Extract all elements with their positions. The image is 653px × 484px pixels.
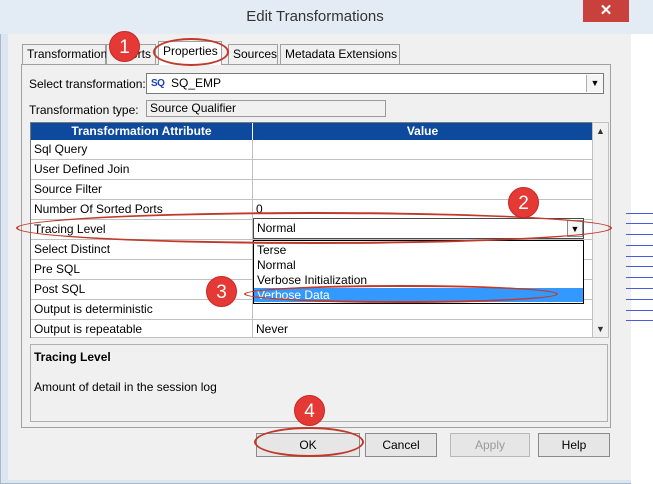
- background-link-line: [626, 256, 653, 257]
- close-button[interactable]: ✕: [583, 0, 629, 22]
- annotation-badge-4: 4: [294, 395, 325, 426]
- select-transformation-combo[interactable]: SQ SQ_EMP ▼: [146, 73, 604, 94]
- transformation-type-label: Transformation type:: [29, 103, 139, 117]
- background-link-line: [626, 266, 653, 267]
- background-link-line: [626, 299, 653, 300]
- scroll-up-icon[interactable]: ▲: [593, 123, 608, 139]
- column-header-attribute: Transformation Attribute: [31, 123, 253, 140]
- annotation-oval-ok: [254, 427, 364, 457]
- dropdown-option-normal[interactable]: Normal: [254, 258, 583, 272]
- annotation-oval-properties: [153, 38, 229, 66]
- tab-metadata-extensions[interactable]: Metadata Extensions: [280, 44, 400, 64]
- annotation-badge-3: 3: [206, 276, 237, 307]
- background-link-line: [626, 320, 653, 321]
- background-canvas: [631, 34, 653, 484]
- tab-sources[interactable]: Sources: [228, 44, 278, 64]
- window-title: Edit Transformations: [246, 8, 384, 25]
- cancel-button[interactable]: Cancel: [365, 433, 437, 457]
- help-button[interactable]: Help: [538, 433, 610, 457]
- background-link-line: [626, 234, 653, 235]
- annotation-oval-verbose-data: [244, 285, 558, 303]
- tab-transformation[interactable]: Transformation: [22, 44, 107, 64]
- transformation-type-value: Source Qualifier: [146, 100, 386, 117]
- background-link-line: [626, 277, 653, 278]
- source-qualifier-icon: SQ: [151, 77, 167, 90]
- background-link-line: [626, 245, 653, 246]
- table-row-attribute[interactable]: Source Filter: [31, 180, 253, 200]
- apply-button[interactable]: Apply: [450, 433, 530, 457]
- table-row-attribute[interactable]: Output is repeatable: [31, 320, 253, 338]
- select-transformation-value: SQ_EMP: [171, 76, 222, 90]
- table-row-value[interactable]: [253, 160, 593, 180]
- scroll-down-icon[interactable]: ▼: [593, 321, 608, 337]
- column-header-value: Value: [253, 123, 593, 140]
- table-row-value[interactable]: [253, 180, 593, 200]
- annotation-badge-2: 2: [508, 187, 539, 218]
- table-row-attribute[interactable]: User Defined Join: [31, 160, 253, 180]
- table-row-value[interactable]: [253, 140, 593, 160]
- background-link-line: [626, 213, 653, 214]
- background-link-line: [626, 310, 653, 311]
- description-title: Tracing Level: [34, 350, 111, 364]
- select-transformation-label: Select transformation:: [29, 77, 146, 91]
- table-row-value[interactable]: Never: [253, 320, 593, 338]
- dropdown-option-terse[interactable]: Terse: [254, 243, 583, 257]
- background-link-line: [626, 223, 653, 224]
- annotation-badge-1: 1: [109, 31, 140, 62]
- background-link-line: [626, 288, 653, 289]
- description-text: Amount of detail in the session log: [34, 380, 217, 394]
- chevron-down-icon[interactable]: ▼: [586, 75, 603, 92]
- table-row-attribute[interactable]: Sql Query: [31, 140, 253, 160]
